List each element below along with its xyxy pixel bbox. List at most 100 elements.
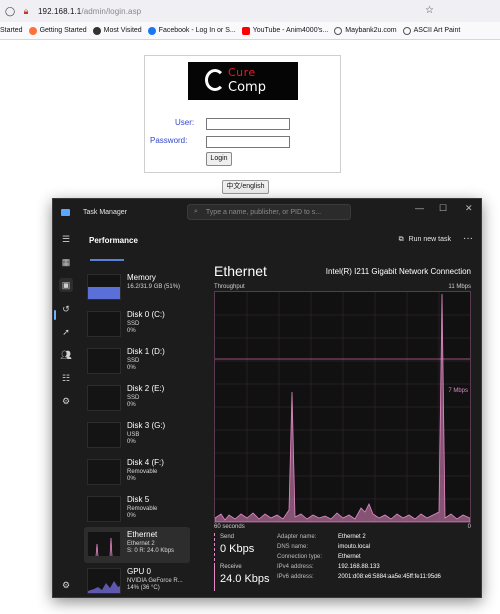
- processes-icon[interactable]: ▦: [59, 255, 73, 269]
- maximize-icon[interactable]: ☐: [439, 203, 447, 214]
- login-form: Cure Comp User: Password: Login: [144, 55, 341, 173]
- perf-item-disk5[interactable]: Disk 5 Removable 0%: [84, 492, 190, 528]
- shield-icon[interactable]: ◯: [4, 6, 16, 17]
- detail-value: Ethernet 2: [338, 534, 366, 540]
- search-input[interactable]: ⌕ Type a name, publisher, or PID to s...: [187, 204, 351, 220]
- page-header: Performance ⧉ Run new task ···: [79, 225, 481, 255]
- item-name: Disk 3 (G:): [127, 421, 166, 430]
- bookmarks-bar: Started Getting Started Most Visited Fac…: [0, 22, 500, 40]
- item-detail: NVIDIA GeForce R...: [127, 578, 183, 584]
- logo-text-top: Cure: [228, 66, 256, 79]
- perf-item-disk1[interactable]: Disk 1 (D:) SSD 0%: [84, 344, 190, 380]
- logo-mark: [205, 69, 225, 91]
- item-usage: 0%: [127, 402, 136, 408]
- item-usage: 0%: [127, 476, 136, 482]
- perf-item-ethernet[interactable]: Ethernet Ethernet 2 S: 0 R: 24.0 Kbps: [84, 527, 190, 563]
- x-axis-right-label: 0: [467, 524, 471, 530]
- page-title: Performance: [89, 236, 138, 245]
- item-name: Disk 1 (D:): [127, 347, 165, 356]
- performance-list: Memory 16.2/31.9 GB (51%) Disk 0 (C:) SS…: [84, 255, 190, 597]
- disk-thumbnail: [87, 311, 121, 337]
- close-icon[interactable]: ✕: [465, 203, 473, 214]
- perf-item-disk4[interactable]: Disk 4 (F:) Removable 0%: [84, 455, 190, 491]
- item-detail: SSD: [127, 321, 140, 327]
- item-detail: 16.2/31.9 GB (51%): [127, 284, 181, 290]
- item-name: Disk 2 (E:): [127, 384, 165, 393]
- settings-gear-icon[interactable]: ⚙: [59, 578, 73, 592]
- gpu-thumb-graph: [88, 581, 120, 593]
- bookmark-star-icon[interactable]: ☆: [425, 5, 434, 16]
- detail-value: 2001:d08:e6:5884:aa5e:45ff:fe11:95d6: [338, 574, 441, 580]
- memory-thumbnail: [87, 274, 121, 300]
- ethernet-thumbnail: [87, 531, 121, 557]
- send-label: Send: [220, 534, 235, 540]
- firefox-icon: [28, 26, 37, 35]
- perf-item-memory[interactable]: Memory 16.2/31.9 GB (51%): [84, 270, 190, 306]
- item-name: Memory: [127, 273, 156, 282]
- ethernet-thumb-graph: [95, 537, 113, 556]
- item-name: Disk 4 (F:): [127, 458, 164, 467]
- adapter-name: Intel(R) I211 Gigabit Network Connection: [325, 267, 471, 276]
- bookmark-getting-started[interactable]: Getting Started: [28, 26, 87, 35]
- reference-line-label: 7 Mbps: [448, 388, 468, 394]
- disk-thumbnail: [87, 348, 121, 374]
- bookmark-ascii-art[interactable]: ASCII Art Paint: [402, 26, 460, 35]
- curecomp-logo: Cure Comp: [188, 62, 298, 100]
- throughput-svg: [214, 292, 471, 523]
- app-history-icon[interactable]: ↺: [59, 302, 73, 316]
- disk-thumbnail: [87, 496, 121, 522]
- password-input[interactable]: [206, 136, 290, 148]
- receive-label: Receive: [220, 564, 242, 570]
- detail-value: imouto.local: [338, 544, 371, 550]
- language-toggle-button[interactable]: 中文/english: [222, 180, 269, 194]
- item-detail: SSD: [127, 395, 140, 401]
- throughput-label: Throughput: [214, 284, 245, 290]
- task-manager-icon: [61, 208, 70, 216]
- receive-value: 24.0 Kbps: [220, 573, 270, 585]
- bookmark-maybank[interactable]: Maybank2u.com: [334, 26, 397, 35]
- login-button[interactable]: Login: [206, 152, 232, 166]
- bookmark-started[interactable]: Started: [0, 27, 23, 34]
- item-name: Ethernet: [127, 530, 158, 539]
- more-options-icon[interactable]: ···: [463, 233, 473, 244]
- perf-item-gpu0[interactable]: GPU 0 NVIDIA GeForce R... 14% (36 °C): [84, 564, 190, 597]
- detail-value: 192.168.88.133: [338, 564, 380, 570]
- task-manager-window: Task Manager ⌕ Type a name, publisher, o…: [52, 198, 482, 598]
- detail-key: Connection type:: [277, 554, 323, 560]
- run-new-task-button[interactable]: ⧉ Run new task: [399, 236, 451, 244]
- nav-rail: ☰ ▦ ▣ ↺ ➚ 👥︎ ☷ ⚙ ⚙: [53, 225, 79, 597]
- detail-key: IPv4 address:: [277, 564, 314, 570]
- perf-item-disk0[interactable]: Disk 0 (C:) SSD 0%: [84, 307, 190, 343]
- users-icon[interactable]: 👥︎: [59, 348, 73, 362]
- hamburger-menu-icon[interactable]: ☰: [59, 232, 73, 246]
- details-icon[interactable]: ☷: [59, 371, 73, 385]
- services-icon[interactable]: ⚙: [59, 394, 73, 408]
- url-text[interactable]: 192.168.1.1/admin/login.asp: [38, 7, 141, 16]
- minimize-icon[interactable]: —: [415, 203, 424, 213]
- globe-icon: [402, 26, 411, 35]
- url-bar[interactable]: ◯ 🔒︎ 192.168.1.1/admin/login.asp ☆: [0, 0, 500, 22]
- logo-text-bottom: Comp: [228, 80, 266, 95]
- perf-item-disk2[interactable]: Disk 2 (E:) SSD 0%: [84, 381, 190, 417]
- detail-key: Adapter name:: [277, 534, 317, 540]
- facebook-icon: [147, 26, 156, 35]
- bookmark-facebook[interactable]: Facebook - Log In or S...: [147, 26, 236, 35]
- item-detail: Removable: [127, 506, 158, 512]
- item-usage: 0%: [127, 365, 136, 371]
- user-input[interactable]: [206, 118, 290, 130]
- send-indicator: [214, 533, 215, 561]
- perf-item-disk3[interactable]: Disk 3 (G:) USB 0%: [84, 418, 190, 454]
- startup-apps-icon[interactable]: ➚: [59, 325, 73, 339]
- disk-thumbnail: [87, 422, 121, 448]
- search-icon: ⌕: [194, 208, 198, 215]
- detail-key: DNS name:: [277, 544, 309, 550]
- performance-icon[interactable]: ▣: [59, 278, 73, 292]
- gear-icon: [92, 26, 101, 35]
- lock-icon[interactable]: 🔒︎: [20, 6, 32, 17]
- password-label: Password:: [150, 136, 188, 145]
- item-name: GPU 0: [127, 567, 152, 576]
- bookmark-youtube[interactable]: YouTube - Anim4000's...: [241, 26, 328, 35]
- x-axis-left-label: 60 seconds: [214, 524, 245, 530]
- bookmark-most-visited[interactable]: Most Visited: [92, 26, 142, 35]
- item-name: Disk 5: [127, 495, 150, 504]
